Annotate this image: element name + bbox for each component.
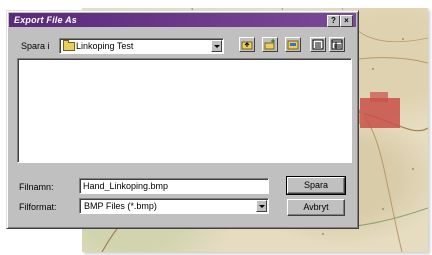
cancel-button-label: Avbryt (303, 202, 329, 212)
file-list[interactable] (17, 58, 352, 163)
new-folder-button[interactable] (262, 37, 278, 52)
save-in-label: Spara i (21, 41, 50, 51)
save-button-label: Spara (303, 180, 329, 190)
details-view-button[interactable] (329, 37, 345, 52)
current-folder: Linkoping Test (76, 41, 134, 51)
filename-label: Filnamn: (19, 182, 54, 192)
save-button[interactable]: Spara (286, 176, 346, 195)
new-folder-icon (264, 39, 275, 50)
desktop-icon (287, 40, 299, 50)
format-dropdown[interactable]: BMP Files (*.bmp) (79, 198, 269, 214)
dialog-title: Export File As (14, 15, 77, 25)
folder-icon (63, 40, 75, 51)
save-in-dropdown[interactable]: Linkoping Test (59, 38, 224, 54)
chevron-down-icon[interactable] (256, 200, 267, 212)
up-folder-icon (241, 41, 253, 50)
export-file-dialog: Export File As ? × Spara i Linkoping Tes… (6, 10, 359, 229)
format-label: Filformat: (19, 202, 57, 212)
filename-input[interactable] (80, 179, 268, 193)
help-button[interactable]: ? (327, 15, 340, 27)
list-view-button[interactable] (310, 37, 326, 52)
list-view-icon (312, 39, 324, 50)
close-button[interactable]: × (340, 15, 353, 27)
desktop-button[interactable] (285, 37, 301, 52)
details-view-icon (331, 39, 343, 50)
chevron-down-icon[interactable] (211, 40, 222, 52)
cancel-button[interactable]: Avbryt (287, 199, 345, 216)
dialog-titlebar[interactable]: Export File As ? × (9, 13, 356, 27)
filename-field[interactable] (79, 178, 269, 194)
up-folder-button[interactable] (239, 37, 255, 52)
format-value: BMP Files (*.bmp) (84, 201, 157, 211)
